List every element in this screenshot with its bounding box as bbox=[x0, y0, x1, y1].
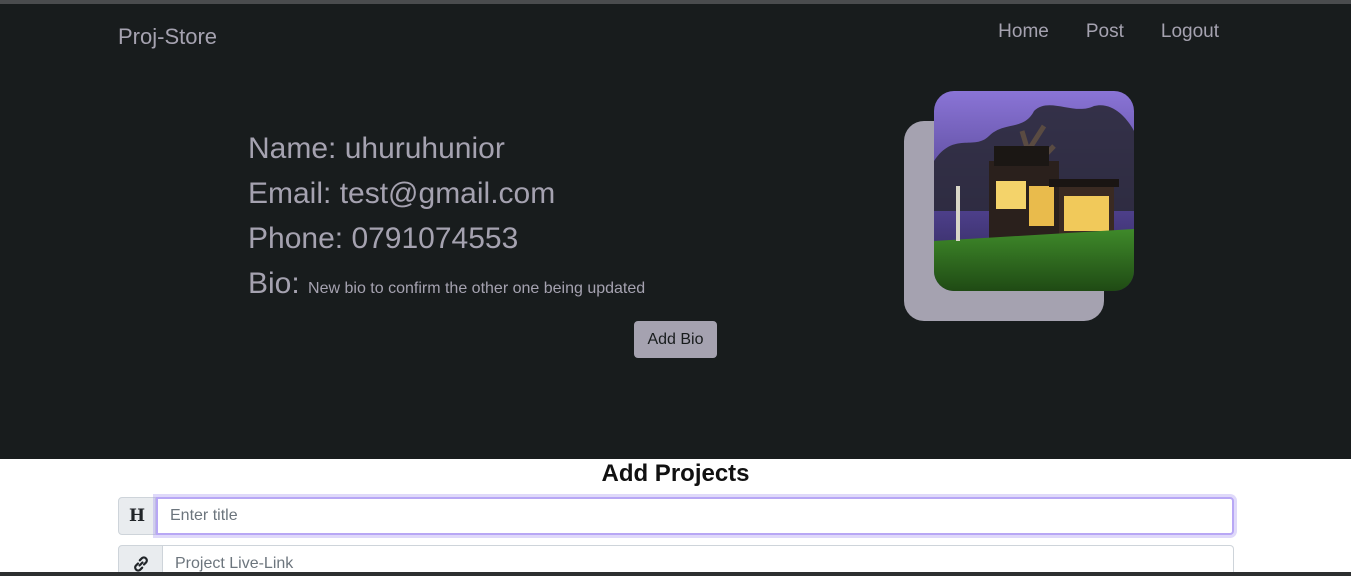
profile-bio-row: Bio: New bio to confirm the other one be… bbox=[248, 261, 645, 311]
main-nav: Home Post Logout bbox=[998, 21, 1219, 43]
name-label: Name: bbox=[248, 132, 337, 165]
project-title-input[interactable] bbox=[156, 497, 1234, 535]
nav-post-link[interactable]: Post bbox=[1086, 21, 1124, 43]
phone-label: Phone: bbox=[248, 222, 344, 255]
bio-value: New bio to confirm the other one being u… bbox=[308, 280, 646, 297]
phone-value: 0791074553 bbox=[351, 222, 519, 255]
profile-email-row: Email: test@gmail.com bbox=[248, 171, 645, 216]
bio-label: Bio: bbox=[248, 267, 300, 300]
profile-info: Name: uhuruhunior Email: test@gmail.com … bbox=[248, 126, 645, 311]
profile-name-row: Name: uhuruhunior bbox=[248, 126, 645, 171]
profile-hero: Proj-Store Home Post Logout Name: uhuruh… bbox=[0, 4, 1351, 459]
email-value: test@gmail.com bbox=[339, 177, 556, 210]
heading-icon: H bbox=[118, 497, 156, 535]
name-value: uhuruhunior bbox=[344, 132, 505, 165]
add-bio-button[interactable]: Add Bio bbox=[634, 321, 717, 358]
bottom-edge bbox=[0, 572, 1351, 576]
email-label: Email: bbox=[248, 177, 332, 210]
profile-photo bbox=[934, 91, 1134, 291]
nav-logout-link[interactable]: Logout bbox=[1161, 21, 1219, 43]
project-title-group: H bbox=[118, 497, 1234, 535]
profile-phone-row: Phone: 0791074553 bbox=[248, 216, 645, 261]
add-projects-heading: Add Projects bbox=[601, 460, 750, 487]
brand-link[interactable]: Proj-Store bbox=[118, 24, 217, 50]
nav-home-link[interactable]: Home bbox=[998, 21, 1049, 43]
